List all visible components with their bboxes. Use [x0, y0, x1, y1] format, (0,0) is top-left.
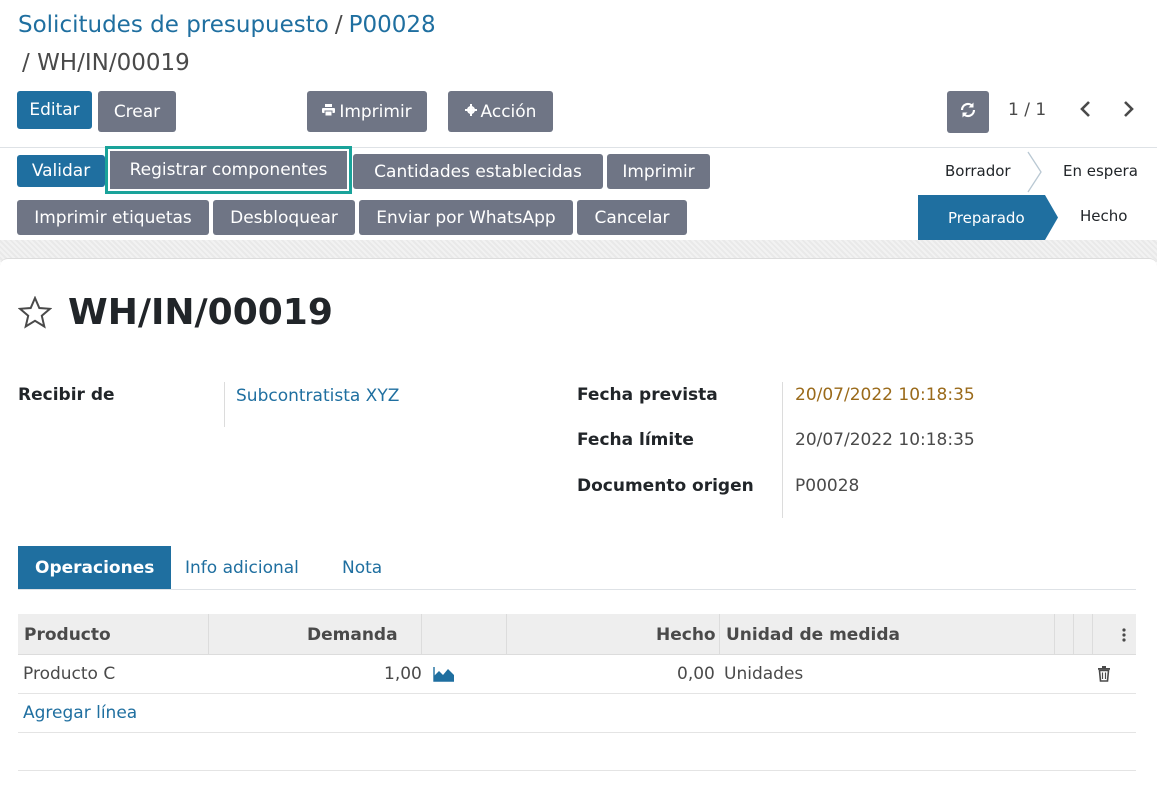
dates-divider	[782, 382, 783, 518]
cancel-button[interactable]: Cancelar	[577, 200, 687, 235]
print-button[interactable]: Imprimir	[607, 154, 710, 189]
scheduled-date-label: Fecha prevista	[577, 385, 718, 405]
breadcrumb-root-link[interactable]: Solicitudes de presupuesto	[18, 12, 329, 38]
empty-row	[18, 733, 1136, 771]
deadline-field[interactable]: 20/07/2022 10:18:35	[795, 430, 975, 450]
refresh-icon	[959, 101, 977, 124]
row-uom[interactable]: Unidades	[724, 664, 803, 684]
stage-ready-label: Preparado	[948, 208, 1025, 227]
column-divider	[719, 614, 720, 655]
refresh-button[interactable]	[947, 91, 989, 133]
validate-button[interactable]: Validar	[17, 155, 105, 187]
stage-ready[interactable]: Preparado	[918, 195, 1058, 240]
column-divider	[421, 614, 422, 655]
gear-icon	[464, 104, 477, 119]
breadcrumb: Solicitudes de presupuesto / P00028	[18, 12, 436, 38]
control-panel: Solicitudes de presupuesto / P00028 / WH/I…	[0, 0, 1157, 148]
print-icon	[322, 104, 336, 119]
breadcrumb-parent-link[interactable]: P00028	[349, 12, 436, 38]
action-dropdown-label: Acción	[480, 101, 537, 122]
add-line-row: Agregar línea	[18, 694, 1136, 733]
origin-field[interactable]: P00028	[795, 476, 859, 496]
column-header-product[interactable]: Producto	[24, 614, 111, 655]
column-divider	[1054, 614, 1055, 655]
chevron-right-icon[interactable]	[1122, 97, 1136, 125]
print-dropdown-label: Imprimir	[339, 101, 412, 122]
star-icon[interactable]	[17, 295, 53, 336]
add-line-link[interactable]: Agregar línea	[23, 703, 137, 723]
record-title: WH/IN/00019	[68, 292, 333, 333]
row-done[interactable]: 0,00	[677, 664, 715, 684]
table-row[interactable]: Producto C 1,00 0,00 Unidades	[18, 655, 1136, 694]
tab-note[interactable]: Nota	[342, 546, 382, 589]
stage-chevron-icon	[1027, 151, 1042, 193]
partner-divider	[224, 382, 225, 427]
breadcrumb-current-separator: /	[22, 50, 30, 76]
column-divider	[208, 614, 209, 655]
column-header-demand[interactable]: Demanda	[307, 614, 398, 655]
breadcrumb-current-label: WH/IN/00019	[37, 50, 190, 76]
breadcrumb-separator: /	[334, 12, 343, 38]
create-button[interactable]: Crear	[98, 91, 176, 132]
set-quantities-button[interactable]: Cantidades establecidas	[353, 154, 603, 189]
unlock-button[interactable]: Desbloquear	[213, 200, 355, 235]
print-labels-button[interactable]: Imprimir etiquetas	[17, 200, 209, 235]
action-dropdown-button[interactable]: Acción	[448, 91, 553, 132]
column-divider	[1092, 614, 1093, 655]
partner-label: Recibir de	[18, 385, 115, 405]
notebook-tabs: Operaciones Info adicional Nota	[18, 546, 1136, 590]
column-divider	[1073, 614, 1074, 655]
stage-done[interactable]: Hecho	[1080, 207, 1127, 225]
breadcrumb-current: / WH/IN/00019	[22, 50, 190, 76]
row-demand[interactable]: 1,00	[384, 664, 422, 684]
stage-waiting[interactable]: En espera	[1063, 162, 1138, 180]
stage-draft[interactable]: Borrador	[945, 162, 1011, 180]
row-product[interactable]: Producto C	[23, 664, 115, 684]
scheduled-date-field[interactable]: 20/07/2022 10:18:35	[795, 385, 975, 405]
tab-additional-info[interactable]: Info adicional	[185, 546, 299, 589]
pager-value[interactable]: 1 / 1	[1008, 100, 1046, 120]
column-header-uom[interactable]: Unidad de medida	[726, 614, 900, 655]
column-header-done[interactable]: Hecho	[656, 614, 716, 655]
whatsapp-button[interactable]: Enviar por WhatsApp	[359, 200, 573, 235]
tab-operations[interactable]: Operaciones	[18, 546, 172, 589]
print-dropdown-button[interactable]: Imprimir	[307, 91, 427, 132]
kebab-menu-icon[interactable]	[1122, 614, 1126, 655]
table-header: Producto Demanda Hecho Unidad de medida	[18, 614, 1136, 655]
area-chart-icon[interactable]	[433, 666, 455, 687]
column-divider	[506, 614, 507, 655]
origin-label: Documento origen	[577, 476, 754, 496]
register-components-button[interactable]: Registrar componentes	[105, 146, 352, 194]
trash-icon[interactable]	[1097, 666, 1111, 687]
deadline-label: Fecha límite	[577, 430, 694, 450]
chevron-left-icon[interactable]	[1078, 97, 1092, 125]
partner-field[interactable]: Subcontratista XYZ	[236, 386, 399, 406]
edit-button[interactable]: Editar	[17, 91, 92, 129]
